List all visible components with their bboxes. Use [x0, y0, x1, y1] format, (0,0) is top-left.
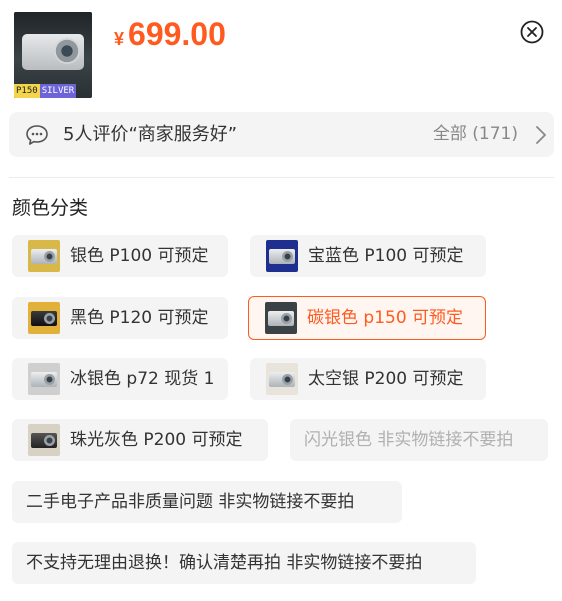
review-summary-bar[interactable]: 5人评价“商家服务好” 全部 (171) — [9, 112, 554, 157]
chevron-right-icon — [536, 126, 546, 144]
thumbnail-tag: P150 SILVER — [14, 84, 92, 98]
option-label: 太空银 P200 可预定 — [308, 369, 464, 389]
option-label: 宝蓝色 P100 可预定 — [308, 246, 464, 266]
thumb-tag-color: SILVER — [39, 84, 77, 98]
option-flash-silver-disabled: 闪光银色 非实物链接不要拍 — [290, 419, 548, 461]
option-thumbnail — [266, 363, 298, 395]
option-label: 银色 P100 可预定 — [70, 246, 209, 266]
product-thumbnail[interactable]: P150 SILVER — [14, 12, 92, 98]
option-royal-blue-p100[interactable]: 宝蓝色 P100 可预定 — [250, 235, 486, 277]
option-space-silver-p200[interactable]: 太空银 P200 可预定 — [250, 358, 486, 400]
option-thumbnail — [28, 302, 60, 334]
option-label: 黑色 P120 可预定 — [70, 308, 209, 328]
chat-bubble-icon — [26, 125, 48, 145]
close-circle-icon — [520, 20, 544, 44]
currency-symbol: ¥ — [114, 29, 125, 49]
divider — [9, 177, 554, 178]
option-thumbnail — [266, 240, 298, 272]
price-value: 699.00 — [128, 16, 226, 52]
option-label: 碳银色 p150 可预定 — [307, 308, 464, 328]
option-pearl-gray-p200[interactable]: 珠光灰色 P200 可预定 — [12, 419, 268, 461]
option-used-electronics-notice[interactable]: 二手电子产品非质量问题 非实物链接不要拍 — [12, 481, 402, 523]
option-ice-silver-p72[interactable]: 冰银色 p72 现货 1 — [12, 358, 228, 400]
option-label: 二手电子产品非质量问题 非实物链接不要拍 — [26, 492, 355, 512]
option-thumbnail — [28, 363, 60, 395]
option-silver-p100[interactable]: 银色 P100 可预定 — [12, 235, 228, 277]
option-thumbnail — [28, 240, 60, 272]
review-all-link[interactable]: 全部 (171) — [433, 112, 518, 157]
option-label: 珠光灰色 P200 可预定 — [70, 430, 243, 450]
option-label: 冰银色 p72 现货 1 — [70, 369, 215, 389]
review-highlight-text: 5人评价“商家服务好” — [63, 124, 238, 145]
option-thumbnail — [265, 302, 297, 334]
thumb-tag-model: P150 — [14, 84, 40, 98]
option-no-return-notice[interactable]: 不支持无理由退换！确认清楚再拍 非实物链接不要拍 — [12, 542, 476, 584]
option-black-p120[interactable]: 黑色 P120 可预定 — [12, 297, 228, 339]
close-button[interactable] — [520, 20, 544, 44]
option-carbon-silver-p150[interactable]: 碳银色 p150 可预定 — [248, 296, 486, 340]
option-label: 不支持无理由退换！确认清楚再拍 非实物链接不要拍 — [26, 553, 423, 573]
option-label: 闪光银色 非实物链接不要拍 — [304, 430, 514, 450]
option-thumbnail — [28, 424, 60, 456]
camera-lens — [54, 38, 80, 64]
price: ¥ 699.00 — [114, 16, 226, 53]
section-title-color: 颜色分类 — [12, 197, 89, 219]
